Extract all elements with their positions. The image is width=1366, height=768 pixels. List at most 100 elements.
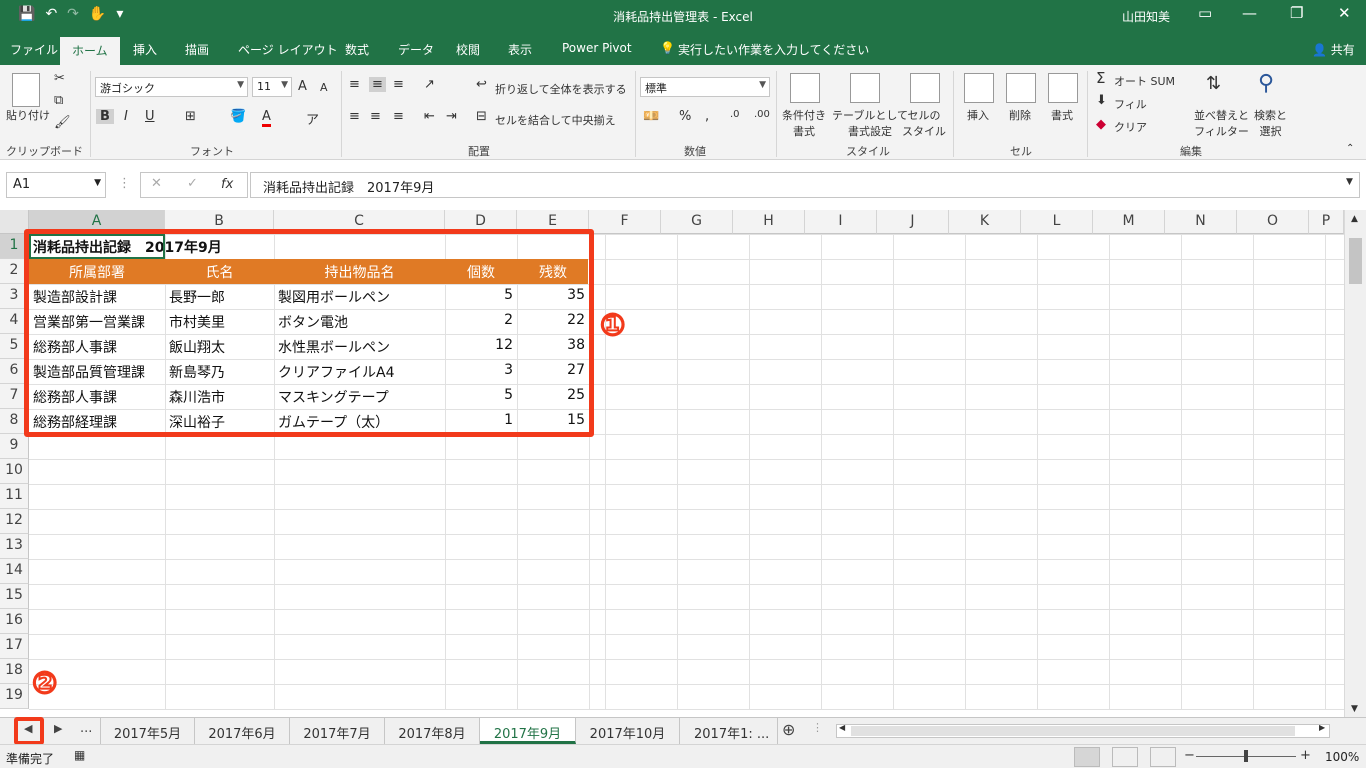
sheet-tab[interactable]: 2017年1: ...: [680, 718, 778, 744]
fill-icon[interactable]: ⬇: [1096, 93, 1107, 108]
paste-icon[interactable]: [12, 73, 40, 107]
column-header[interactable]: L: [1021, 210, 1093, 234]
bold-button[interactable]: B: [96, 109, 114, 124]
find-select-button[interactable]: 検索と 選択: [1254, 107, 1287, 139]
align-top-icon[interactable]: ≡: [349, 77, 360, 92]
column-header[interactable]: G: [661, 210, 733, 234]
page-break-view-button[interactable]: [1150, 747, 1176, 767]
tab-review[interactable]: 校閲: [456, 41, 480, 58]
row-header[interactable]: 9: [0, 434, 29, 459]
comma-button[interactable]: ,: [705, 109, 709, 124]
add-sheet-icon[interactable]: ⊕: [782, 720, 795, 739]
search-icon[interactable]: ⚲: [1258, 71, 1274, 96]
align-right-icon[interactable]: ≡: [393, 109, 404, 124]
font-name-select[interactable]: 游ゴシック ▼: [95, 77, 248, 97]
tab-page-layout[interactable]: ページ レイアウト: [238, 41, 338, 58]
paste-button[interactable]: 貼り付け: [6, 107, 50, 123]
decrease-decimal-icon[interactable]: .00: [754, 109, 770, 120]
row-header[interactable]: 12: [0, 509, 29, 534]
conditional-format-icon[interactable]: [790, 73, 820, 103]
delete-cells-button[interactable]: 削除: [1009, 107, 1031, 123]
zoom-slider-handle[interactable]: [1244, 750, 1248, 762]
shrink-font-icon[interactable]: A: [320, 81, 328, 94]
vertical-scrollbar[interactable]: ▲ ▼: [1344, 210, 1366, 720]
close-icon[interactable]: ✕: [1338, 4, 1351, 22]
column-header[interactable]: P: [1309, 210, 1344, 234]
column-header[interactable]: J: [877, 210, 949, 234]
row-header[interactable]: 14: [0, 559, 29, 584]
scroll-right-icon[interactable]: ▶: [1319, 723, 1325, 732]
share-button[interactable]: 👤 共有: [1312, 41, 1355, 58]
clear-button[interactable]: クリア: [1114, 119, 1147, 135]
format-painter-icon[interactable]: 🖌: [54, 115, 71, 130]
next-sheet-icon[interactable]: ▶: [54, 722, 62, 735]
tab-power-pivot[interactable]: Power Pivot: [562, 41, 632, 55]
sheet-tab[interactable]: 2017年8月: [385, 718, 480, 744]
conditional-format-button[interactable]: 条件付き 書式: [782, 107, 826, 139]
column-header[interactable]: F: [589, 210, 661, 234]
grow-font-icon[interactable]: A: [298, 79, 307, 94]
sheet-tab[interactable]: 2017年7月: [290, 718, 385, 744]
scrollbar-thumb[interactable]: [851, 726, 1295, 736]
sheet-tab[interactable]: 2017年6月: [195, 718, 290, 744]
enter-icon[interactable]: ✓: [187, 176, 198, 191]
column-header[interactable]: I: [805, 210, 877, 234]
tab-draw[interactable]: 描画: [185, 41, 209, 58]
row-header[interactable]: 19: [0, 684, 29, 709]
currency-icon[interactable]: 💴: [643, 109, 659, 124]
insert-function-icon[interactable]: fx: [221, 177, 233, 192]
format-cells-icon[interactable]: [1048, 73, 1078, 103]
column-header[interactable]: H: [733, 210, 805, 234]
phonetic-icon[interactable]: ア: [306, 109, 319, 128]
column-header[interactable]: M: [1093, 210, 1165, 234]
merge-center-icon[interactable]: ⊟: [476, 109, 487, 124]
row-header[interactable]: 16: [0, 609, 29, 634]
fill-button[interactable]: フィル: [1114, 96, 1147, 112]
horizontal-scrollbar[interactable]: ◀ ▶: [836, 723, 1330, 738]
insert-cells-icon[interactable]: [964, 73, 994, 103]
number-format-select[interactable]: 標準 ▼: [640, 77, 770, 97]
scroll-down-icon[interactable]: ▼: [1351, 704, 1358, 714]
row-header[interactable]: 13: [0, 534, 29, 559]
row-header[interactable]: 11: [0, 484, 29, 509]
cut-icon[interactable]: ✂: [54, 71, 65, 86]
tab-view[interactable]: 表示: [508, 41, 532, 58]
autosum-icon[interactable]: Σ: [1096, 69, 1105, 87]
insert-cells-button[interactable]: 挿入: [967, 107, 989, 123]
column-header[interactable]: O: [1237, 210, 1309, 234]
align-center-icon[interactable]: ≡: [370, 109, 381, 124]
tab-insert[interactable]: 挿入: [133, 41, 157, 58]
increase-indent-icon[interactable]: ⇥: [446, 109, 457, 124]
sheet-tab[interactable]: 2017年5月: [100, 718, 195, 744]
scroll-left-icon[interactable]: ◀: [839, 723, 845, 732]
orientation-icon[interactable]: ↗: [424, 77, 435, 92]
tab-file[interactable]: ファイル: [10, 41, 58, 58]
percent-button[interactable]: %: [679, 109, 691, 124]
sort-filter-button[interactable]: 並べ替えと フィルター: [1194, 107, 1249, 139]
sheet-tab[interactable]: 2017年10月: [576, 718, 680, 744]
user-name[interactable]: 山田知美: [1122, 8, 1170, 25]
restore-icon[interactable]: ❐: [1290, 4, 1303, 22]
decrease-indent-icon[interactable]: ⇤: [424, 109, 435, 124]
increase-decimal-icon[interactable]: .0: [730, 109, 740, 120]
expand-formula-icon[interactable]: ▼: [1346, 177, 1353, 187]
font-size-select[interactable]: 11 ▼: [252, 77, 292, 97]
align-bottom-icon[interactable]: ≡: [393, 77, 404, 92]
more-sheets-button[interactable]: ...: [80, 721, 92, 736]
font-color-icon[interactable]: A: [262, 109, 271, 127]
eraser-icon[interactable]: ◆: [1096, 117, 1106, 132]
copy-icon[interactable]: ⧉: [54, 93, 63, 108]
merge-center-button[interactable]: セルを結合して中央揃え: [495, 112, 616, 128]
tab-home[interactable]: ホーム: [60, 37, 120, 65]
minimize-icon[interactable]: —: [1242, 4, 1257, 22]
align-middle-icon[interactable]: ≡: [369, 77, 386, 92]
autosum-button[interactable]: オート SUM: [1114, 73, 1175, 89]
tab-formulas[interactable]: 数式: [345, 41, 369, 58]
collapse-ribbon-icon[interactable]: ⌃: [1346, 143, 1354, 154]
wrap-text-button[interactable]: 折り返して全体を表示する: [495, 81, 627, 97]
column-header[interactable]: N: [1165, 210, 1237, 234]
row-header[interactable]: 10: [0, 459, 29, 484]
macro-record-icon[interactable]: ▦: [74, 748, 85, 762]
scrollbar-thumb[interactable]: [1349, 238, 1362, 284]
align-left-icon[interactable]: ≡: [349, 109, 360, 124]
